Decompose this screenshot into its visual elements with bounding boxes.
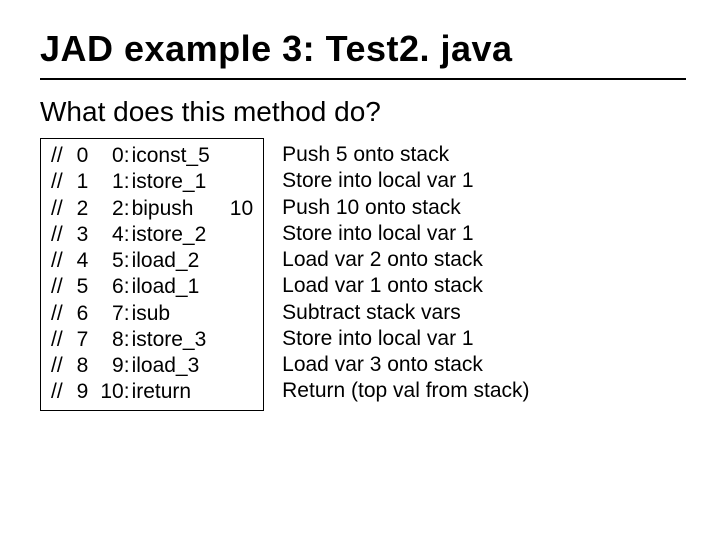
bytecode-row: //56:iload_1 — [51, 274, 253, 300]
row-index: 6 — [77, 301, 101, 327]
row-index: 2 — [77, 196, 101, 222]
instruction: istore_2 — [130, 222, 230, 248]
bytecode-row: //910:ireturn — [51, 379, 253, 405]
argument — [230, 222, 253, 248]
instruction: iload_1 — [130, 274, 230, 300]
comment-marker: // — [51, 327, 77, 353]
instruction: istore_3 — [130, 327, 230, 353]
instruction: iload_2 — [130, 248, 230, 274]
description-line: Store into local var 1 — [282, 326, 529, 352]
argument — [230, 169, 253, 195]
bytecode-table: //00:iconst_5//11:istore_1//22:bipush10/… — [51, 143, 253, 406]
comment-marker: // — [51, 222, 77, 248]
argument — [230, 353, 253, 379]
description-line: Return (top val from stack) — [282, 378, 529, 404]
bytecode-row: //89:iload_3 — [51, 353, 253, 379]
description-line: Subtract stack vars — [282, 300, 529, 326]
comment-marker: // — [51, 248, 77, 274]
comment-marker: // — [51, 196, 77, 222]
description-line: Store into local var 1 — [282, 221, 529, 247]
bytecode-row: //78:istore_3 — [51, 327, 253, 353]
row-index: 3 — [77, 222, 101, 248]
offset-number: 4: — [100, 222, 129, 248]
bytecode-row: //11:istore_1 — [51, 169, 253, 195]
offset-number: 6: — [100, 274, 129, 300]
description-line: Push 10 onto stack — [282, 195, 529, 221]
row-index: 5 — [77, 274, 101, 300]
content-columns: //00:iconst_5//11:istore_1//22:bipush10/… — [40, 138, 686, 411]
instruction: iconst_5 — [130, 143, 230, 169]
comment-marker: // — [51, 274, 77, 300]
bytecode-row: //45:iload_2 — [51, 248, 253, 274]
slide-subtitle: What does this method do? — [40, 96, 686, 128]
offset-number: 1: — [100, 169, 129, 195]
bytecode-row: //22:bipush10 — [51, 196, 253, 222]
bytecode-row: //00:iconst_5 — [51, 143, 253, 169]
comment-marker: // — [51, 353, 77, 379]
offset-number: 9: — [100, 353, 129, 379]
title-rule — [40, 78, 686, 80]
argument — [230, 248, 253, 274]
comment-marker: // — [51, 169, 77, 195]
description-column: Push 5 onto stackStore into local var 1P… — [264, 138, 529, 405]
argument: 10 — [230, 196, 253, 222]
instruction: isub — [130, 301, 230, 327]
row-index: 1 — [77, 169, 101, 195]
offset-number: 0: — [100, 143, 129, 169]
slide-title: JAD example 3: Test2. java — [40, 28, 686, 70]
offset-number: 5: — [100, 248, 129, 274]
row-index: 9 — [77, 379, 101, 405]
argument — [230, 143, 253, 169]
argument — [230, 379, 253, 405]
instruction: iload_3 — [130, 353, 230, 379]
comment-marker: // — [51, 143, 77, 169]
instruction: ireturn — [130, 379, 230, 405]
argument — [230, 327, 253, 353]
bytecode-box: //00:iconst_5//11:istore_1//22:bipush10/… — [40, 138, 264, 411]
description-line: Load var 2 onto stack — [282, 247, 529, 273]
description-line: Load var 3 onto stack — [282, 352, 529, 378]
argument — [230, 274, 253, 300]
row-index: 7 — [77, 327, 101, 353]
instruction: istore_1 — [130, 169, 230, 195]
bytecode-row: //67:isub — [51, 301, 253, 327]
offset-number: 10: — [100, 379, 129, 405]
offset-number: 2: — [100, 196, 129, 222]
bytecode-row: //34:istore_2 — [51, 222, 253, 248]
comment-marker: // — [51, 379, 77, 405]
instruction: bipush — [130, 196, 230, 222]
comment-marker: // — [51, 301, 77, 327]
offset-number: 7: — [100, 301, 129, 327]
description-line: Push 5 onto stack — [282, 142, 529, 168]
row-index: 4 — [77, 248, 101, 274]
argument — [230, 301, 253, 327]
offset-number: 8: — [100, 327, 129, 353]
description-line: Load var 1 onto stack — [282, 273, 529, 299]
row-index: 8 — [77, 353, 101, 379]
description-line: Store into local var 1 — [282, 168, 529, 194]
row-index: 0 — [77, 143, 101, 169]
